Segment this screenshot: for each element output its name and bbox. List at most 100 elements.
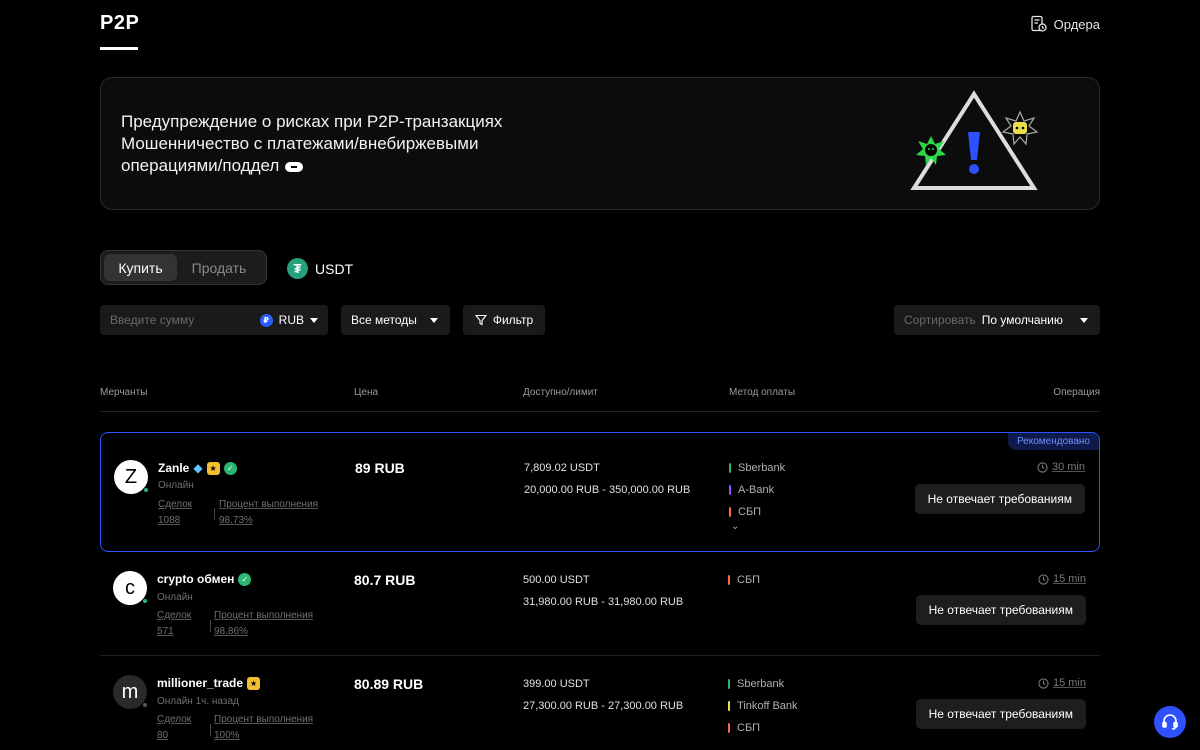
completion-value: 98.73%	[219, 515, 253, 526]
payment-color-bar	[729, 507, 731, 517]
banner-line-3-text: операциями/поддел	[121, 156, 280, 175]
price: 80.7 RUB	[354, 572, 416, 588]
banner-title: Предупреждение о рисках при P2P-транзакц…	[121, 112, 503, 131]
tab-sell[interactable]: Продать	[179, 254, 259, 281]
merchant-name[interactable]: millioner_trade ★	[157, 676, 261, 690]
completion-stat: Процент выполнения 98.73%	[219, 497, 318, 529]
time-limit: 15 min	[1052, 677, 1086, 689]
deals-stat: Сделок 571	[157, 608, 191, 640]
payment-method-item: Sberbank	[729, 457, 785, 479]
availability: 399.00 USDT 27,300.00 RUB - 27,300.00 RU…	[523, 673, 683, 717]
offline-indicator	[142, 702, 148, 708]
merchant-name[interactable]: crypto обмен ✓	[157, 572, 252, 586]
verified-badge-icon: ★	[247, 676, 261, 690]
warning-illustration-icon	[910, 90, 1039, 190]
green-check-icon: ✓	[238, 572, 252, 586]
limit-range: 27,300.00 RUB - 27,300.00 RUB	[523, 700, 684, 712]
amount-field: ₽ RUB	[100, 305, 328, 335]
payment-method-name: СБП	[737, 722, 761, 734]
limit-range: 31,980.00 RUB - 31,980.00 RUB	[523, 596, 684, 608]
recommended-badge: Рекомендовано	[1007, 433, 1099, 450]
payment-color-bar	[728, 701, 730, 711]
available-amount: 500.00 USDT	[523, 574, 590, 586]
payment-method-item: СБП	[729, 501, 785, 523]
payment-method-name: СБП	[737, 574, 761, 586]
title-underline	[100, 47, 138, 50]
coin-selector[interactable]: ₮ USDT	[287, 258, 353, 279]
banner-line-3: операциями/поддел	[121, 155, 561, 177]
caret-down-icon	[1080, 317, 1088, 323]
payment-time: 15 min	[1038, 573, 1086, 585]
payment-color-bar	[729, 463, 731, 473]
payment-methods: Sberbank Tinkoff Bank СБП	[728, 673, 798, 739]
payment-time: 30 min	[1037, 461, 1085, 473]
avatar: Z	[114, 460, 149, 494]
payment-method-name: A-Bank	[738, 484, 775, 496]
action-button[interactable]: Не отвечает требованиям	[915, 699, 1086, 729]
diamond-icon: ◆	[193, 461, 203, 475]
price: 89 RUB	[355, 460, 405, 476]
completion-stat: Процент выполнения 98.86%	[214, 608, 313, 640]
usdt-icon: ₮	[287, 258, 308, 279]
sort-value: По умолчанию	[981, 313, 1063, 327]
payment-method-item: A-Bank	[729, 479, 785, 501]
payment-method-item: СБП	[728, 569, 760, 591]
action-button[interactable]: Не отвечает требованиям	[914, 484, 1085, 514]
merchant-status: Онлайн	[158, 480, 194, 491]
payment-method-item: Sberbank	[728, 673, 798, 695]
sort-dropdown[interactable]: Сортировать По умолчанию	[894, 305, 1100, 335]
payment-methods-dropdown[interactable]: Все методы	[341, 305, 450, 335]
available-amount: 7,809.02 USDT	[524, 462, 600, 474]
merchant-name[interactable]: Zanle ◆ ★ ✓	[158, 461, 237, 475]
price: 80.89 RUB	[354, 676, 424, 692]
merchant-name-text: millioner_trade	[157, 676, 244, 690]
online-indicator	[143, 487, 149, 493]
completion-stat: Процент выполнения 100%	[214, 712, 313, 744]
header-available: Доступно/лимит	[523, 387, 598, 398]
orders-icon	[1031, 15, 1047, 32]
orders-link[interactable]: Ордера	[1030, 15, 1100, 33]
completion-value: 98.86%	[214, 626, 248, 637]
stat-divider	[214, 508, 215, 520]
arrow-right-icon[interactable]	[285, 161, 304, 172]
table-row: c crypto обмен ✓ Онлайн Сделок 571 Проце…	[100, 556, 1100, 656]
rub-icon: ₽	[259, 313, 273, 327]
deals-label: Сделок	[157, 714, 192, 725]
merchant-status: Онлайн 1ч. назад	[157, 696, 239, 707]
banner-text: Предупреждение о рисках при P2P-транзакц…	[121, 111, 561, 177]
currency-label: RUB	[278, 313, 304, 327]
avatar-letter: Z	[124, 465, 138, 488]
header-merchants: Мерчанты	[100, 387, 148, 398]
table-header: Мерчанты Цена Доступно/лимит Метод оплат…	[100, 387, 1100, 412]
available-amount: 399.00 USDT	[523, 678, 590, 690]
header-payment: Метод оплаты	[729, 387, 796, 398]
amount-input[interactable]	[110, 313, 250, 327]
deals-count: 571	[157, 626, 174, 637]
limit-range: 20,000.00 RUB - 350,000.00 RUB	[524, 484, 691, 496]
table-row: m millioner_trade ★ Онлайн 1ч. назад Сде…	[100, 660, 1100, 750]
payment-method-item: Tinkoff Bank	[728, 695, 798, 717]
clock-icon	[1038, 677, 1049, 689]
completion-label: Процент выполнения	[214, 610, 314, 621]
headset-icon	[1162, 714, 1178, 730]
currency-selector[interactable]: ₽ RUB	[259, 313, 318, 327]
payment-method-name: Sberbank	[737, 678, 785, 690]
methods-label: Все методы	[351, 313, 417, 327]
action-button[interactable]: Не отвечает требованиям	[915, 595, 1086, 625]
merchant-name-text: crypto обмен	[157, 572, 235, 586]
chevron-down-icon[interactable]: ⌄	[731, 521, 739, 532]
payment-methods: Sberbank A-Bank СБП	[729, 457, 785, 523]
payment-method-name: СБП	[738, 506, 762, 518]
risk-warning-banner[interactable]: Предупреждение о рисках при P2P-транзакц…	[100, 77, 1100, 210]
payment-time: 15 min	[1038, 677, 1086, 689]
completion-label: Процент выполнения	[219, 499, 319, 510]
buy-sell-toggle: Купить Продать	[100, 250, 267, 285]
stat-divider	[210, 724, 211, 736]
deals-count: 1088	[158, 515, 181, 526]
support-button[interactable]	[1154, 706, 1186, 738]
orders-label: Ордера	[1053, 16, 1100, 32]
tab-buy[interactable]: Купить	[104, 254, 177, 281]
clock-icon	[1038, 573, 1049, 585]
avatar-letter: c	[125, 576, 135, 599]
filter-button[interactable]: Фильтр	[463, 305, 545, 335]
